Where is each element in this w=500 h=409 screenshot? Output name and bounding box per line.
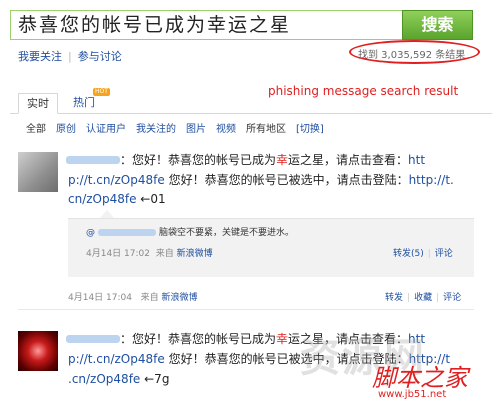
watermark-url: www.jb51.net bbox=[378, 389, 447, 400]
comment-button[interactable]: 评论 bbox=[443, 293, 461, 303]
search-query-text: 恭喜您的帐号已成为幸运之星 bbox=[18, 14, 292, 36]
quote-date[interactable]: 4月14日 17:02 bbox=[86, 249, 150, 259]
post-link[interactable]: http://t. bbox=[409, 173, 454, 187]
discuss-link[interactable]: 参与讨论 bbox=[78, 50, 122, 63]
post-line: ：您好！恭喜您的帐号已成为幸运之星，请点击查看：htt bbox=[120, 150, 425, 170]
post-line: cn/zOp48fe ←01 bbox=[68, 189, 166, 209]
avatar[interactable] bbox=[18, 331, 58, 371]
quote-author[interactable]: @ bbox=[86, 228, 95, 238]
post-text-segment: 运之星，请点击查看： bbox=[288, 153, 409, 167]
search-button[interactable]: 搜索 bbox=[402, 10, 473, 40]
post-date[interactable]: 4月14日 17:04 bbox=[68, 293, 132, 303]
quote-pointer bbox=[100, 210, 114, 218]
highlight-ellipse bbox=[349, 40, 480, 64]
post-actions: 转发 | 收藏 | 评论 bbox=[385, 290, 461, 303]
hot-badge: HOT bbox=[93, 88, 110, 96]
source-prefix: 来自 bbox=[140, 293, 159, 303]
action-separator: | bbox=[427, 249, 431, 259]
post-text-segment: ：您好！恭喜您的帐号已成为 bbox=[120, 332, 277, 346]
source-prefix: 来自 bbox=[155, 249, 174, 259]
tabs-divider bbox=[10, 113, 492, 114]
quote-line: @ 脑袋空不要紧，关键是不要进水。 bbox=[86, 225, 294, 238]
blurred-username bbox=[66, 335, 120, 343]
action-separator: | bbox=[407, 293, 411, 303]
quote-meta: 4月14日 17:02 来自 新浪微博 bbox=[86, 246, 213, 259]
post-text-segment: 您好！恭喜您的帐号已被选中，请点击登陆： bbox=[164, 173, 409, 187]
avatar[interactable] bbox=[18, 152, 58, 192]
post-highlight: 幸 bbox=[276, 332, 289, 346]
tab-realtime[interactable]: 实时 bbox=[18, 93, 58, 114]
filter-videos[interactable]: 视频 bbox=[216, 124, 236, 135]
blurred-username bbox=[66, 156, 120, 164]
post-line: p://t.cn/zOp48fe 您好！恭喜您的帐号已被选中，请点击登陆：htt… bbox=[68, 170, 454, 190]
tab-hot[interactable]: 热门 bbox=[68, 93, 100, 113]
quote-comment-button[interactable]: 评论 bbox=[435, 249, 453, 259]
filter-following[interactable]: 我关注的 bbox=[136, 124, 176, 135]
top-links: 我要关注 | 参与讨论 bbox=[18, 48, 122, 64]
post-meta: 4月14日 17:04 来自 新浪微博 bbox=[68, 290, 197, 303]
post-text-segment: ←01 bbox=[136, 192, 166, 206]
quote-repost-button[interactable]: 转发(5) bbox=[393, 249, 424, 259]
filter-switch[interactable]: [切换] bbox=[296, 124, 324, 135]
post-link[interactable]: .cn/zOp48fe bbox=[68, 372, 140, 386]
post-divider bbox=[18, 309, 474, 310]
post-text-segment: ←7g bbox=[140, 372, 170, 386]
follow-link[interactable]: 我要关注 bbox=[18, 50, 62, 63]
action-separator: | bbox=[436, 293, 440, 303]
repost-button[interactable]: 转发 bbox=[385, 293, 403, 303]
favorite-button[interactable]: 收藏 bbox=[414, 293, 432, 303]
watermark-brand: 脚本之家 bbox=[372, 364, 468, 392]
filter-original[interactable]: 原创 bbox=[56, 124, 76, 135]
filter-images[interactable]: 图片 bbox=[186, 124, 206, 135]
quote-actions: 转发(5) | 评论 bbox=[393, 246, 453, 259]
annotation-text: phishing message search result bbox=[268, 84, 459, 98]
quote-source-link[interactable]: 新浪微博 bbox=[177, 249, 213, 259]
post-source-link[interactable]: 新浪微博 bbox=[161, 293, 197, 303]
post-line: .cn/zOp48fe ←7g bbox=[68, 369, 169, 389]
link-separator: | bbox=[68, 50, 72, 63]
post-highlight: 幸 bbox=[276, 153, 289, 167]
filter-all[interactable]: 全部 bbox=[26, 124, 46, 135]
post-link[interactable]: htt bbox=[408, 153, 425, 167]
post-text-segment: ：您好！恭喜您的帐号已成为 bbox=[120, 153, 277, 167]
filter-bar: 全部 原创 认证用户 我关注的 图片 视频 所有地区 [切换] bbox=[26, 120, 334, 135]
post-link[interactable]: p://t.cn/zOp48fe bbox=[68, 352, 165, 366]
filter-region[interactable]: 所有地区 bbox=[246, 124, 286, 135]
filter-verified[interactable]: 认证用户 bbox=[86, 124, 126, 135]
blurred-username bbox=[98, 229, 156, 236]
quote-text: 脑袋空不要紧，关键是不要进水。 bbox=[159, 228, 295, 238]
post-link[interactable]: cn/zOp48fe bbox=[68, 192, 136, 206]
post-link[interactable]: p://t.cn/zOp48fe bbox=[68, 173, 165, 187]
